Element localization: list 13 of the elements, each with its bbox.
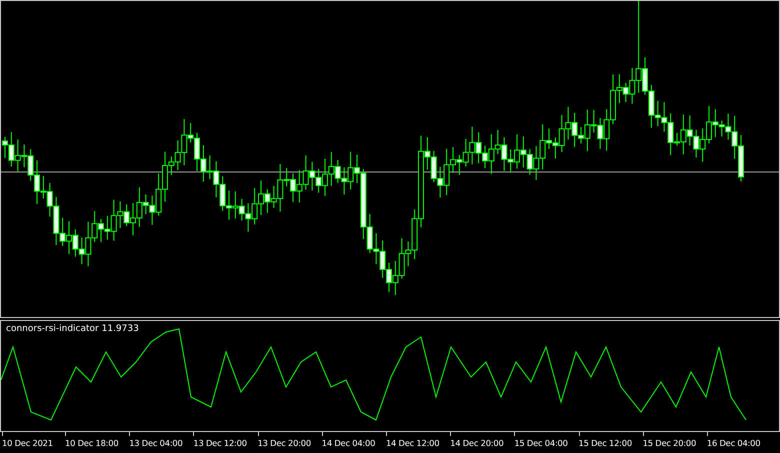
time-axis-label: 13 Dec 20:00 — [258, 438, 312, 448]
time-axis-label: 15 Dec 04:00 — [514, 438, 569, 448]
time-axis-label: 10 Dec 18:00 — [65, 438, 120, 448]
indicator-label: connors-rsi-indicator 11.9733 — [6, 324, 139, 334]
time-axis-label: 14 Dec 12:00 — [386, 438, 440, 448]
time-axis-label: 15 Dec 20:00 — [642, 438, 698, 448]
time-axis-label: 10 Dec 2021 — [2, 438, 54, 448]
time-axis-label: 15 Dec 12:00 — [578, 438, 633, 448]
time-axis-label: 13 Dec 12:00 — [193, 438, 248, 448]
time-axis-label: 14 Dec 20:00 — [450, 438, 505, 448]
time-axis-label: 13 Dec 04:00 — [129, 438, 184, 448]
time-axis-label: 14 Dec 04:00 — [322, 438, 376, 448]
time-axis-label: 16 Dec 04:00 — [706, 438, 762, 448]
